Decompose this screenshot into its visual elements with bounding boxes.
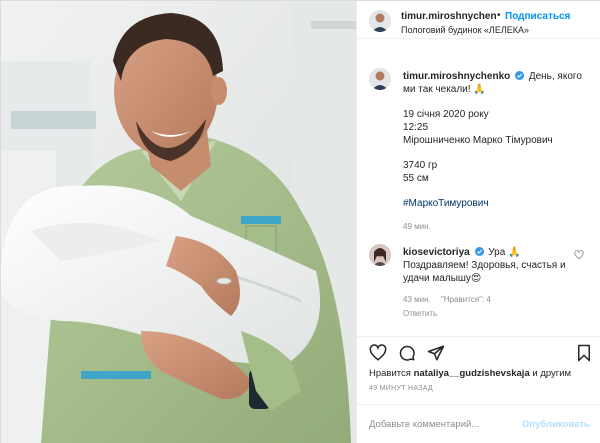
share-paper-plane-icon[interactable]	[427, 344, 445, 362]
likes-others-link[interactable]: и другим	[530, 368, 571, 379]
location-link[interactable]: Пологовий будинок «ЛЕЛЕКА»	[401, 25, 529, 35]
likes-user-link[interactable]: nataliya__gudzishevskaja	[414, 368, 530, 379]
like-comment-heart-icon[interactable]	[574, 250, 584, 260]
add-comment-bar: Опубликовать	[357, 404, 600, 443]
comments-section[interactable]: timur.miroshnychenko День, якого ми так …	[357, 56, 600, 336]
follow-button[interactable]: Подписаться	[505, 11, 570, 22]
likes-prefix: Нравится	[369, 368, 414, 379]
caption-height: 55 см	[403, 173, 429, 184]
father-with-newborn-photo	[1, 1, 356, 443]
like-heart-icon[interactable]	[369, 344, 387, 362]
verified-badge-icon	[474, 247, 484, 256]
instagram-post: timur.miroshnychenko • Подписаться Полог…	[0, 0, 600, 443]
caption-time: 12:25	[403, 122, 429, 133]
caption-name: Мірошниченко Марко Тімурович	[403, 135, 553, 146]
caption-avatar[interactable]	[369, 68, 391, 90]
commenter-username[interactable]: kiosevictoriya	[403, 247, 470, 258]
post-header: timur.miroshnychenko • Подписаться Полог…	[357, 1, 600, 39]
comment-text-1: Ура 🙏	[488, 247, 521, 258]
likes-summary: Нравится nataliya__gudzishevskaja и друг…	[369, 368, 571, 379]
action-bar: Нравится nataliya__gudzishevskaja и друг…	[357, 336, 600, 404]
comment-time[interactable]: 43 мин.	[403, 295, 431, 304]
caption-date: 19 січня 2020 року	[403, 109, 489, 120]
caption-weight: 3740 гр	[403, 160, 438, 171]
save-bookmark-icon[interactable]	[575, 344, 593, 362]
publish-button[interactable]: Опубликовать	[522, 419, 590, 430]
commenter-avatar[interactable]	[369, 244, 391, 266]
author-avatar[interactable]	[369, 10, 391, 32]
comment-bubble-icon[interactable]	[398, 344, 416, 362]
reply-button[interactable]: Ответить	[403, 307, 573, 320]
separator-dot: •	[497, 10, 501, 21]
post-time-ago[interactable]: 49 МИНУТ НАЗАД	[369, 385, 433, 392]
caption-username[interactable]: timur.miroshnychenko	[403, 71, 510, 82]
hashtag-link[interactable]: #МаркоТимурович	[403, 197, 593, 210]
comment-text-2: Поздравляем! Здоровья, счастья и удачи м…	[403, 260, 566, 284]
post-sidebar: timur.miroshnychenko • Подписаться Полог…	[356, 1, 600, 443]
caption-timestamp[interactable]: 49 мин.	[403, 220, 593, 233]
comment-input[interactable]	[369, 415, 519, 433]
post-photo[interactable]	[1, 1, 356, 443]
verified-badge-icon	[515, 71, 525, 80]
comment-likes[interactable]: "Нравится": 4	[441, 295, 491, 304]
author-username[interactable]: timur.miroshnychenko	[401, 11, 496, 22]
